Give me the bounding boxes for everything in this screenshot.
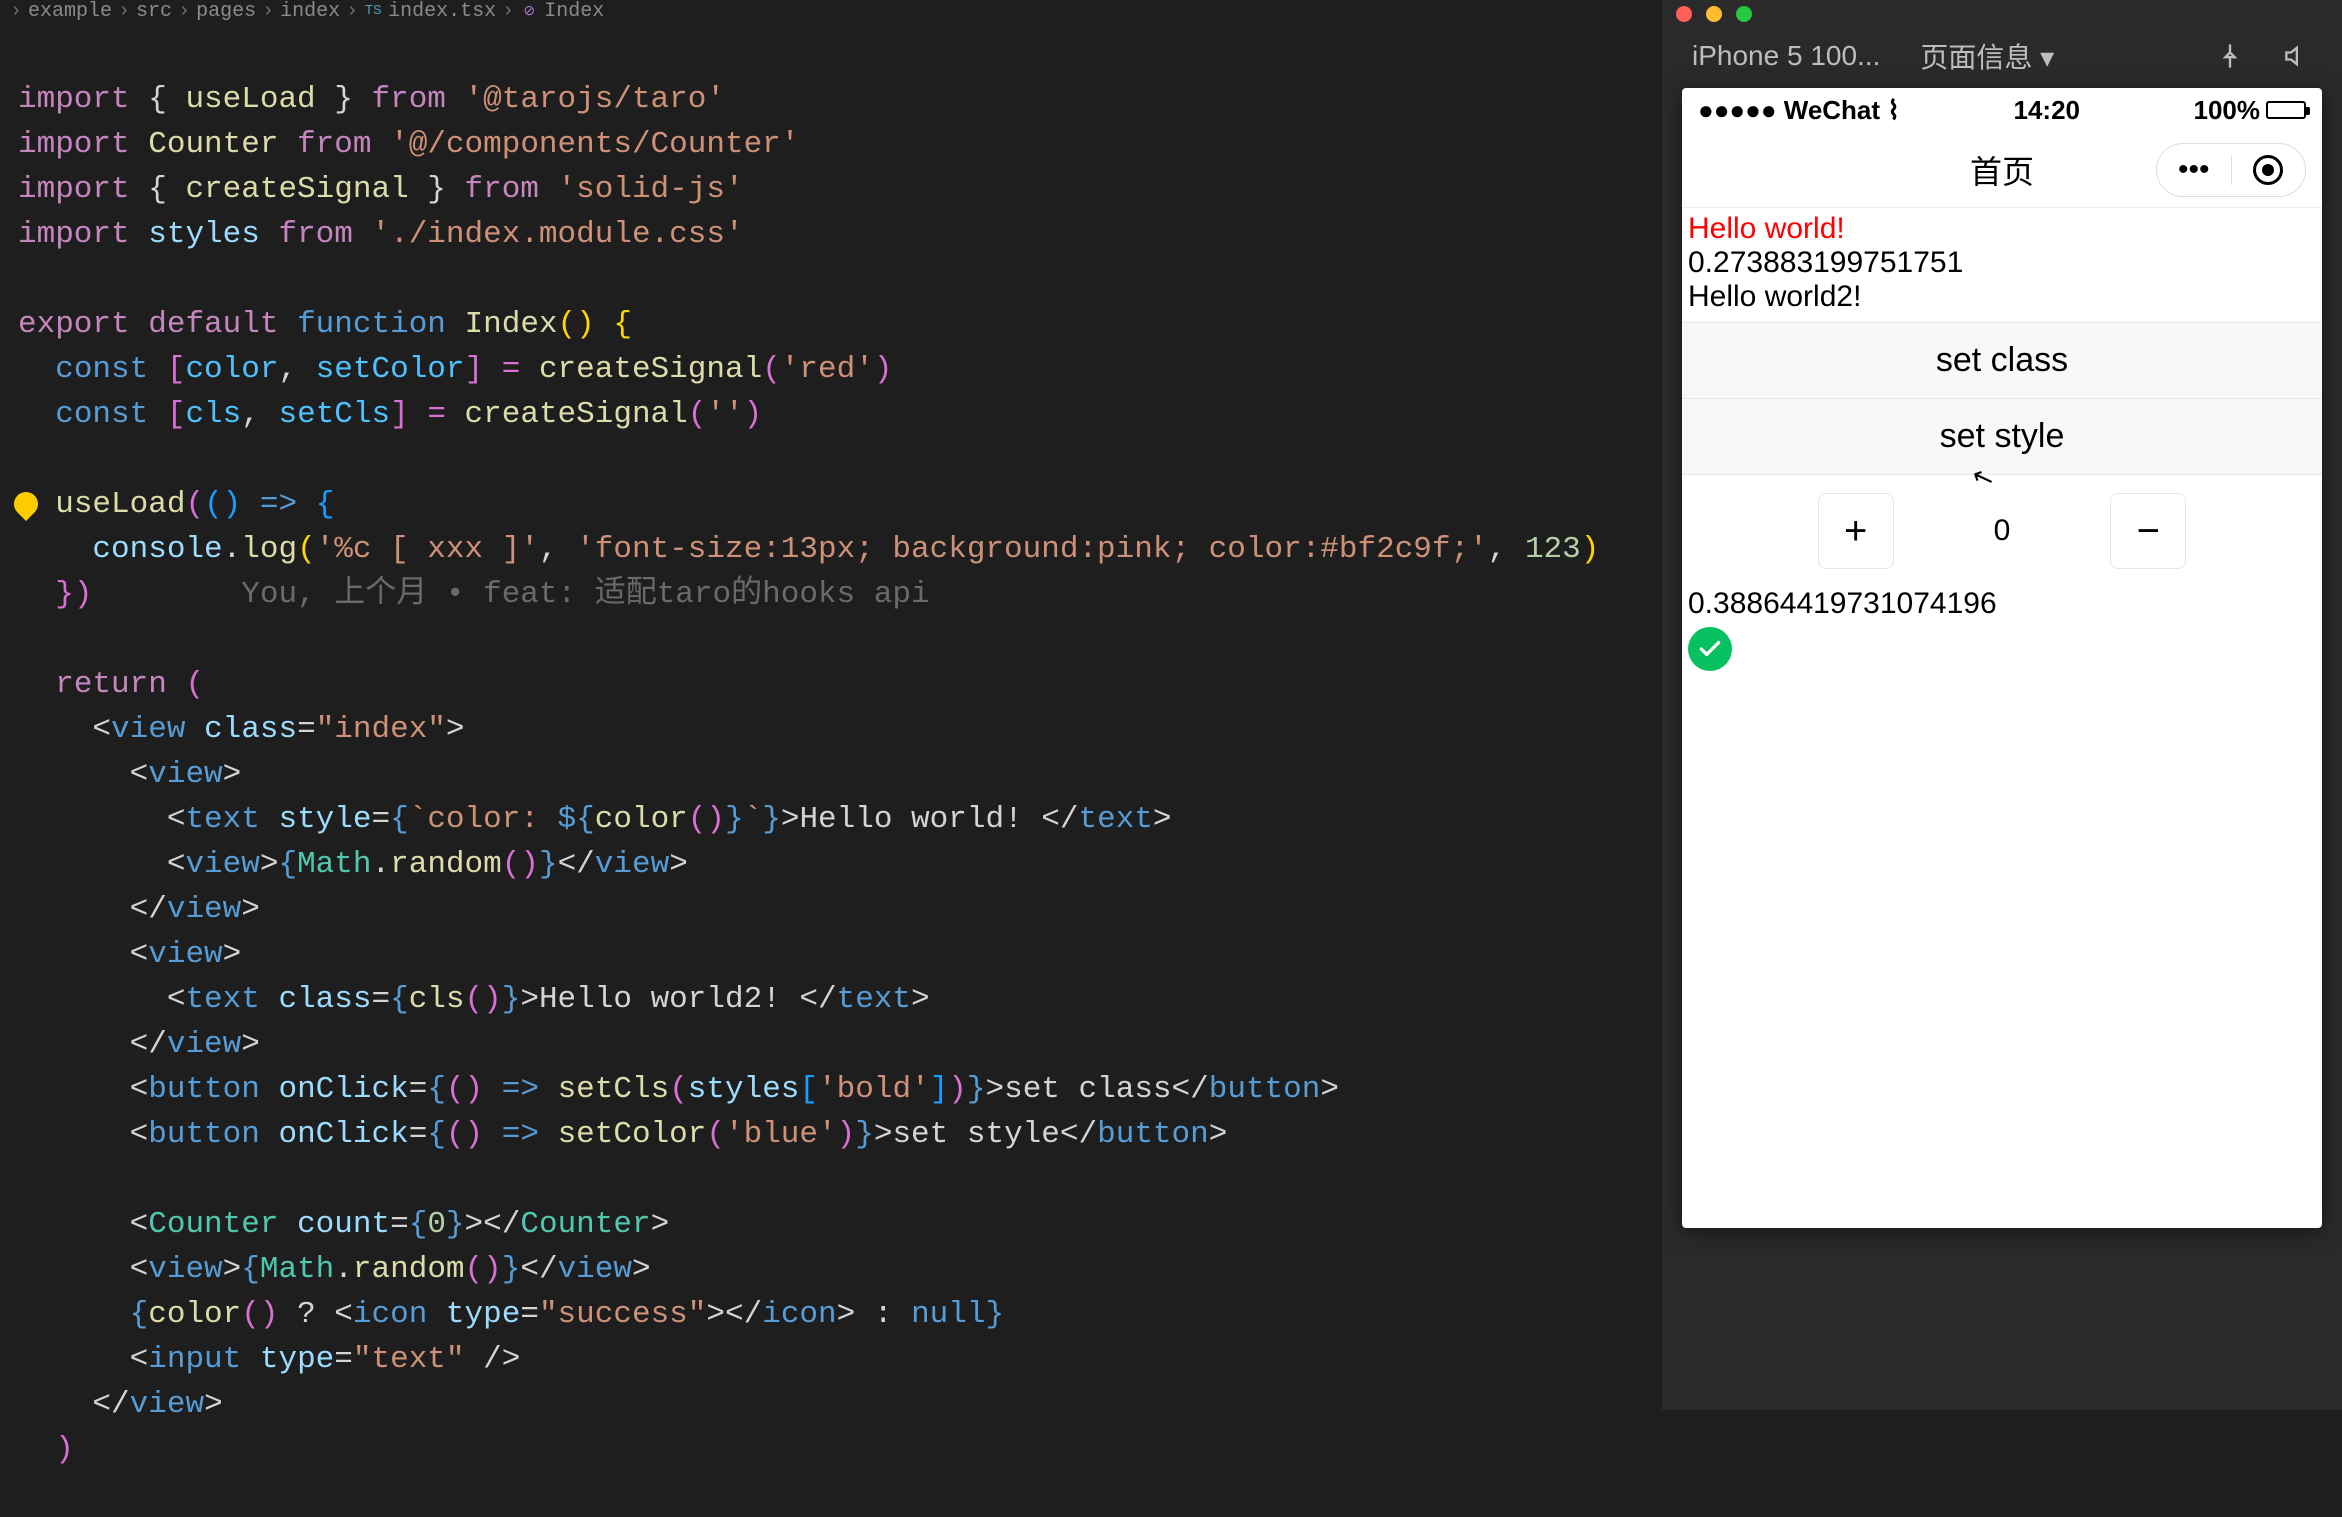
wifi-icon: ⌇ — [1880, 95, 1900, 125]
clock-label: 14:20 — [1900, 95, 2194, 126]
breadcrumb[interactable]: › example › src › pages › index › TS ind… — [0, 0, 1662, 22]
breadcrumb-seg[interactable]: index — [280, 0, 340, 23]
hello-text-1: Hello world! — [1682, 208, 2322, 246]
capsule-menu: ••• — [2156, 143, 2306, 197]
counter-decrement-button[interactable]: − — [2110, 493, 2186, 569]
chevron-right-icon: › — [10, 0, 22, 23]
random-text-1: 0.273883199751751 — [1682, 246, 2322, 280]
pin-icon[interactable] — [2216, 42, 2244, 70]
close-miniprogram-icon[interactable] — [2232, 155, 2306, 185]
page-title: 首页 — [1970, 147, 2034, 193]
device-simulator: ●●●●● WeChat ⌇ 14:20 100% 首页 ••• Hello w… — [1682, 88, 2322, 1228]
close-window-icon[interactable] — [1676, 6, 1692, 22]
devtools-window-controls — [1662, 6, 2342, 24]
counter-value: 0 — [1994, 514, 2011, 548]
chevron-right-icon: › — [502, 0, 514, 23]
chevron-right-icon: › — [262, 0, 274, 23]
code-editor-pane: › example › src › pages › index › TS ind… — [0, 0, 1662, 1410]
simulator-pane: iPhone 5 100... 页面信息 ▾ ●●●●● WeChat ⌇ 14… — [1662, 0, 2342, 1410]
status-bar: ●●●●● WeChat ⌇ 14:20 100% — [1682, 88, 2322, 132]
typescript-file-icon: TS — [364, 2, 382, 20]
maximize-window-icon[interactable] — [1736, 6, 1752, 22]
devtools-toolbar: iPhone 5 100... 页面信息 ▾ — [1662, 24, 2342, 88]
breadcrumb-seg[interactable]: pages — [196, 0, 256, 23]
menu-dots-icon[interactable]: ••• — [2157, 153, 2231, 187]
symbol-function-icon: ⊘ — [520, 2, 538, 20]
counter-increment-button[interactable]: + — [1818, 493, 1894, 569]
page-info-dropdown[interactable]: 页面信息 ▾ — [1920, 36, 2054, 76]
device-select[interactable]: iPhone 5 100... — [1692, 40, 1880, 72]
page-content: Hello world! 0.273883199751751 Hello wor… — [1682, 208, 2322, 1228]
breadcrumb-seg[interactable]: index.tsx — [388, 0, 496, 23]
code-text-area[interactable]: import { useLoad } from '@tarojs/taro' i… — [0, 22, 1662, 1517]
battery-icon — [2266, 101, 2306, 119]
mute-icon[interactable] — [2284, 42, 2312, 70]
random-text-2: 0.38864419731074196 — [1682, 587, 2322, 621]
breadcrumb-seg[interactable]: src — [136, 0, 172, 23]
battery-percent-label: 100% — [2194, 95, 2261, 126]
chevron-right-icon: › — [178, 0, 190, 23]
counter-component: + 0 − — [1682, 475, 2322, 587]
nav-bar: 首页 ••• — [1682, 132, 2322, 208]
success-icon — [1688, 627, 1732, 671]
set-class-button[interactable]: set class — [1682, 322, 2322, 399]
hello-text-2: Hello world2! — [1682, 280, 2322, 314]
set-style-button[interactable]: set style — [1682, 399, 2322, 475]
git-blame-annotation[interactable]: You, 上个月 • feat: 适配taro的hooks api — [92, 577, 929, 612]
breadcrumb-seg[interactable]: Index — [544, 0, 604, 23]
breadcrumb-seg[interactable]: example — [28, 0, 112, 23]
minimize-window-icon[interactable] — [1706, 6, 1722, 22]
chevron-right-icon: › — [118, 0, 130, 23]
carrier-label: ●●●●● WeChat ⌇ — [1698, 95, 1900, 126]
chevron-right-icon: › — [346, 0, 358, 23]
